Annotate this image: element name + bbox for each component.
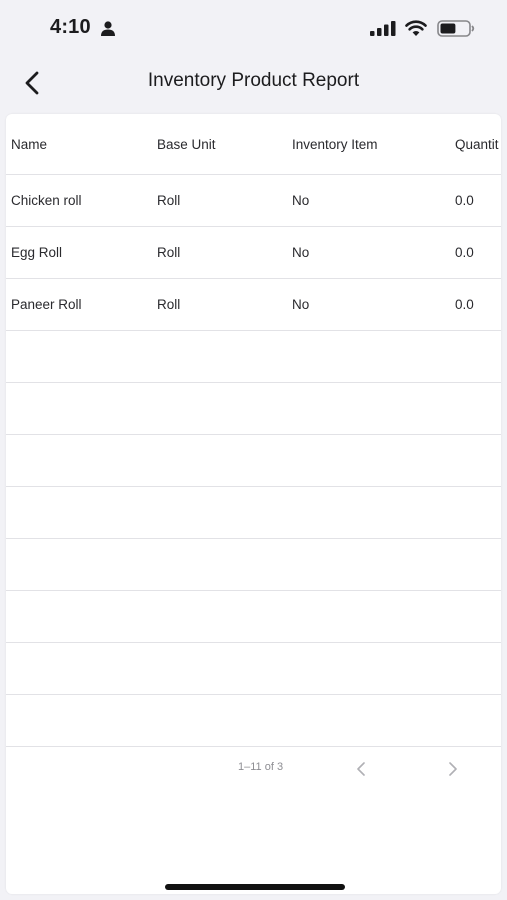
empty-row (6, 383, 501, 435)
empty-row (6, 331, 501, 383)
cell-inventory-item: No (292, 297, 310, 312)
chevron-left-icon (357, 762, 365, 776)
table-row[interactable]: Chicken roll Roll No 0.0 (6, 175, 501, 227)
wifi-icon (405, 20, 427, 36)
cell-quantity: 0.0 (455, 193, 474, 208)
status-time: 4:10 (50, 16, 91, 38)
cell-base-unit: Roll (157, 297, 181, 312)
report-table-card: Name Base Unit Inventory Item Quantit Ch… (6, 114, 501, 894)
nav-bar: Inventory Product Report (0, 58, 507, 108)
empty-row (6, 695, 501, 747)
pagination: 1–11 of 3 (6, 754, 501, 784)
page-range: 1–11 of 3 (238, 761, 284, 773)
cell-name: Egg Roll (11, 245, 63, 260)
signal-icon (370, 21, 396, 36)
page-title: Inventory Product Report (147, 70, 360, 91)
chevron-right-icon (449, 762, 457, 776)
empty-row (6, 487, 501, 539)
empty-row (6, 435, 501, 487)
empty-row (6, 591, 501, 643)
table-row[interactable]: Paneer Roll Roll No 0.0 (6, 279, 501, 331)
table-header: Name Base Unit Inventory Item Quantit (6, 114, 501, 175)
empty-row (6, 643, 501, 695)
home-indicator[interactable] (165, 884, 345, 890)
column-header-quantity[interactable]: Quantit (455, 114, 501, 174)
cell-inventory-item: No (292, 193, 310, 208)
cell-base-unit: Roll (157, 193, 181, 208)
person-icon (101, 21, 115, 36)
cell-inventory-item: No (292, 245, 310, 260)
cell-quantity: 0.0 (455, 245, 474, 260)
previous-page-button[interactable] (350, 758, 372, 780)
cell-base-unit: Roll (157, 245, 181, 260)
cell-name: Paneer Roll (11, 297, 82, 312)
next-page-button[interactable] (442, 758, 464, 780)
status-bar: 4:10 (0, 0, 507, 58)
table-row[interactable]: Egg Roll Roll No 0.0 (6, 227, 501, 279)
column-header-inventory-item[interactable]: Inventory Item (292, 114, 442, 174)
column-header-name[interactable]: Name (11, 114, 151, 174)
battery-icon (437, 20, 475, 37)
cell-quantity: 0.0 (455, 297, 474, 312)
cell-name: Chicken roll (11, 193, 82, 208)
empty-row (6, 539, 501, 591)
column-header-base-unit[interactable]: Base Unit (157, 114, 277, 174)
